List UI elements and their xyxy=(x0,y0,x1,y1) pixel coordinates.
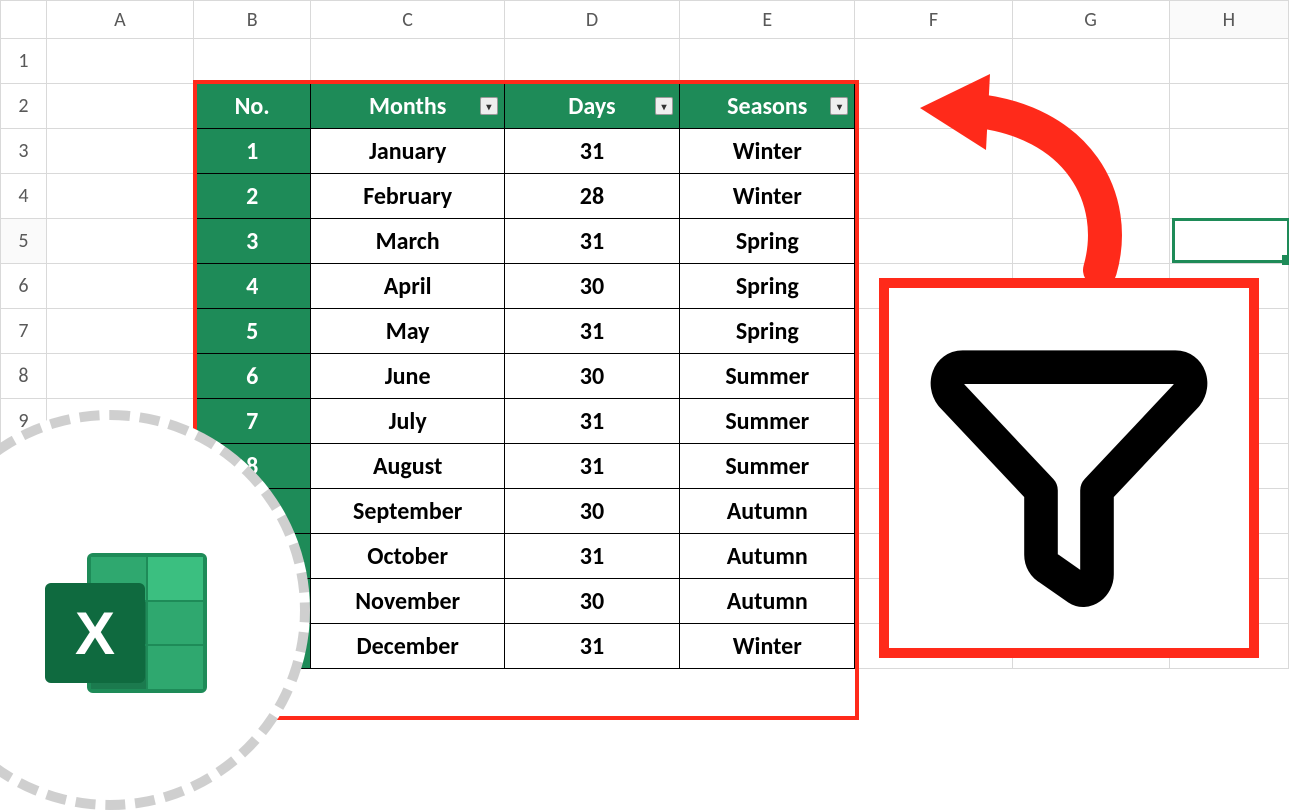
filter-icon-callout xyxy=(879,278,1259,658)
table-cell-season[interactable]: Autumn xyxy=(680,579,855,624)
cell[interactable] xyxy=(855,174,1012,219)
cell[interactable] xyxy=(1169,129,1288,174)
table-cell-month[interactable]: April xyxy=(311,264,504,309)
cell[interactable] xyxy=(1012,84,1169,129)
table-cell-month[interactable]: January xyxy=(311,129,504,174)
table-cell-days[interactable]: 31 xyxy=(504,129,679,174)
table-cell-month[interactable]: February xyxy=(311,174,504,219)
table-cell-days[interactable]: 30 xyxy=(504,354,679,399)
cell[interactable] xyxy=(46,129,193,174)
table-cell-no[interactable]: 2 xyxy=(193,174,310,219)
filter-dropdown-icon[interactable]: ▾ xyxy=(480,97,498,115)
table-cell-days[interactable]: 30 xyxy=(504,264,679,309)
table-cell-month[interactable]: October xyxy=(311,534,504,579)
table-cell-days[interactable]: 31 xyxy=(504,534,679,579)
cell[interactable] xyxy=(193,39,310,84)
row-header[interactable]: 7 xyxy=(1,309,47,354)
table-cell-days[interactable]: 31 xyxy=(504,219,679,264)
cell[interactable] xyxy=(1169,174,1288,219)
row-header[interactable]: 5 xyxy=(1,219,47,264)
table-cell-month[interactable]: July xyxy=(311,399,504,444)
row-header[interactable]: 6 xyxy=(1,264,47,309)
table-cell-days[interactable]: 28 xyxy=(504,174,679,219)
cell[interactable] xyxy=(504,39,679,84)
table-cell-season[interactable]: Spring xyxy=(680,264,855,309)
table-cell-season[interactable]: Summer xyxy=(680,399,855,444)
cell[interactable] xyxy=(855,84,1012,129)
cell[interactable] xyxy=(311,39,504,84)
table-cell-month[interactable]: August xyxy=(311,444,504,489)
cell[interactable] xyxy=(1012,174,1169,219)
cell[interactable] xyxy=(46,354,193,399)
cell[interactable] xyxy=(46,264,193,309)
cell[interactable] xyxy=(46,174,193,219)
table-cell-days[interactable]: 31 xyxy=(504,399,679,444)
table-cell-month[interactable]: December xyxy=(311,624,504,669)
table-header-months[interactable]: Months▾ xyxy=(311,84,504,129)
table-cell-month[interactable]: November xyxy=(311,579,504,624)
table-cell-season[interactable]: Summer xyxy=(680,444,855,489)
table-cell-season[interactable]: Autumn xyxy=(680,489,855,534)
cell[interactable] xyxy=(855,219,1012,264)
table-cell-days[interactable]: 30 xyxy=(504,579,679,624)
row-header[interactable]: 4 xyxy=(1,174,47,219)
table-cell-season[interactable]: Summer xyxy=(680,354,855,399)
row-header[interactable]: 1 xyxy=(1,39,47,84)
col-header-c[interactable]: C xyxy=(311,1,504,39)
cell[interactable] xyxy=(855,129,1012,174)
row-header[interactable]: 8 xyxy=(1,354,47,399)
cell[interactable] xyxy=(46,39,193,84)
select-all-corner[interactable] xyxy=(1,1,47,39)
row-header[interactable]: 2 xyxy=(1,84,47,129)
table-cell-no[interactable]: 4 xyxy=(193,264,310,309)
filter-dropdown-icon[interactable]: ▾ xyxy=(830,97,848,115)
table-cell-no[interactable]: 5 xyxy=(193,309,310,354)
col-header-a[interactable]: A xyxy=(46,1,193,39)
cell[interactable] xyxy=(1012,219,1169,264)
table-cell-season[interactable]: Autumn xyxy=(680,534,855,579)
col-header-e[interactable]: E xyxy=(680,1,855,39)
table-header-days[interactable]: Days▾ xyxy=(504,84,679,129)
table-cell-month[interactable]: June xyxy=(311,354,504,399)
row-header[interactable]: 3 xyxy=(1,129,47,174)
table-cell-season[interactable]: Winter xyxy=(680,624,855,669)
table-cell-no[interactable]: 1 xyxy=(193,129,310,174)
cell[interactable] xyxy=(1012,129,1169,174)
table-cell-days[interactable]: 31 xyxy=(504,309,679,354)
cell[interactable] xyxy=(46,309,193,354)
cell[interactable] xyxy=(1012,39,1169,84)
table-cell-month[interactable]: March xyxy=(311,219,504,264)
table-cell-no[interactable]: 3 xyxy=(193,219,310,264)
funnel-icon xyxy=(929,328,1209,608)
col-header-h[interactable]: H xyxy=(1169,1,1288,39)
table-cell-days[interactable]: 31 xyxy=(504,444,679,489)
table-cell-month[interactable]: September xyxy=(311,489,504,534)
cell[interactable] xyxy=(1169,219,1288,264)
cell[interactable] xyxy=(855,39,1012,84)
excel-logo-letter: X xyxy=(45,583,145,683)
cell[interactable] xyxy=(1169,84,1288,129)
table-cell-season[interactable]: Winter xyxy=(680,129,855,174)
table-cell-season[interactable]: Spring xyxy=(680,219,855,264)
table-header-seasons[interactable]: Seasons▾ xyxy=(680,84,855,129)
col-header-b[interactable]: B xyxy=(193,1,310,39)
table-cell-season[interactable]: Winter xyxy=(680,174,855,219)
table-cell-no[interactable]: 6 xyxy=(193,354,310,399)
cell[interactable] xyxy=(680,39,855,84)
table-cell-season[interactable]: Spring xyxy=(680,309,855,354)
table-cell-days[interactable]: 31 xyxy=(504,624,679,669)
excel-logo: X xyxy=(45,545,215,715)
col-header-f[interactable]: F xyxy=(855,1,1012,39)
table-cell-month[interactable]: May xyxy=(311,309,504,354)
cell[interactable] xyxy=(46,84,193,129)
cell[interactable] xyxy=(1169,39,1288,84)
table-cell-days[interactable]: 30 xyxy=(504,489,679,534)
filter-dropdown-icon[interactable]: ▾ xyxy=(655,97,673,115)
col-header-d[interactable]: D xyxy=(504,1,679,39)
col-header-g[interactable]: G xyxy=(1012,1,1169,39)
table-header-no[interactable]: No. xyxy=(193,84,310,129)
cell[interactable] xyxy=(46,219,193,264)
